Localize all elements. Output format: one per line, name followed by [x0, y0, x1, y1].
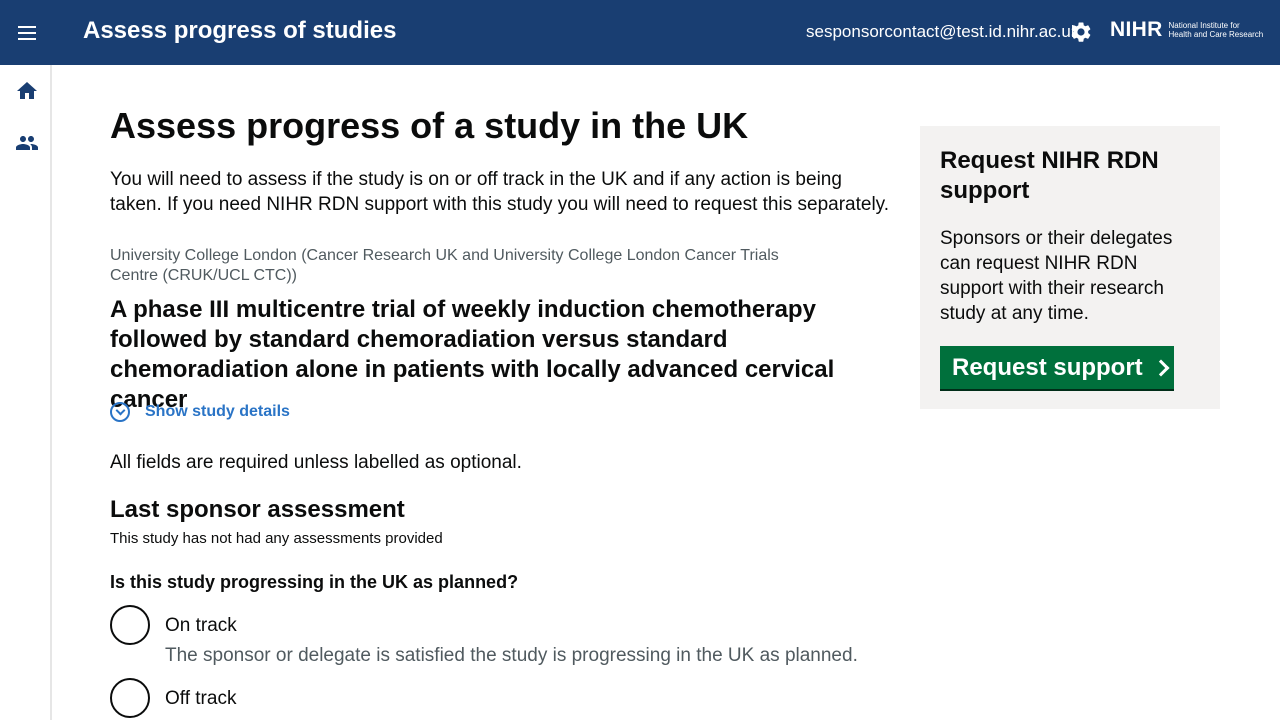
- logo-text: NIHR: [1110, 18, 1163, 41]
- radio-hint-on-track: The sponsor or delegate is satisfied the…: [165, 645, 858, 666]
- last-assessment-heading: Last sponsor assessment: [110, 496, 405, 523]
- request-support-title: Request NIHR RDN support: [940, 147, 1159, 204]
- people-icon[interactable]: [15, 131, 39, 155]
- gear-icon[interactable]: [1069, 20, 1093, 44]
- request-support-panel: Request NIHR RDN support Sponsors or the…: [920, 126, 1220, 409]
- chevron-down-icon: [110, 402, 130, 422]
- radio-label-off-track[interactable]: Off track: [165, 688, 236, 710]
- radio-on-track[interactable]: [110, 605, 150, 645]
- app-title: Assess progress of studies: [83, 17, 397, 44]
- radio-label-on-track[interactable]: On track: [165, 615, 237, 637]
- side-navigation: [0, 65, 52, 720]
- home-icon[interactable]: [15, 79, 39, 103]
- logo-subtext: National Institute for Health and Care R…: [1169, 21, 1264, 39]
- page-title: Assess progress of a study in the UK: [110, 105, 749, 146]
- request-support-button-label: Request support: [952, 353, 1143, 381]
- chevron-right-icon: [1152, 359, 1170, 376]
- show-study-details-toggle[interactable]: Show study details: [110, 402, 290, 422]
- logo-subtext-line2: Health and Care Research: [1168, 30, 1264, 39]
- required-fields-note: All fields are required unless labelled …: [110, 452, 522, 473]
- logo-subtext-line1: National Institute for: [1168, 21, 1240, 30]
- last-assessment-text: This study has not had any assessments p…: [110, 530, 443, 547]
- study-title: A phase III multicentre trial of weekly …: [110, 296, 835, 413]
- nihr-logo[interactable]: NIHR National Institute for Health and C…: [1110, 18, 1263, 42]
- organisation-name: University College London (Cancer Resear…: [110, 247, 779, 284]
- intro-text: You will need to assess if the study is …: [110, 169, 890, 215]
- request-support-text: Sponsors or their delegates can request …: [940, 228, 1173, 324]
- progress-question: Is this study progressing in the UK as p…: [110, 572, 519, 592]
- show-study-details-label: Show study details: [145, 403, 290, 420]
- menu-icon[interactable]: [14, 20, 40, 46]
- radio-off-track[interactable]: [110, 678, 150, 718]
- user-email: sesponsorcontact@test.id.nihr.ac.uk: [806, 22, 1080, 41]
- request-support-button[interactable]: Request support: [940, 346, 1174, 391]
- app-header: Assess progress of studies sesponsorcont…: [0, 0, 1280, 65]
